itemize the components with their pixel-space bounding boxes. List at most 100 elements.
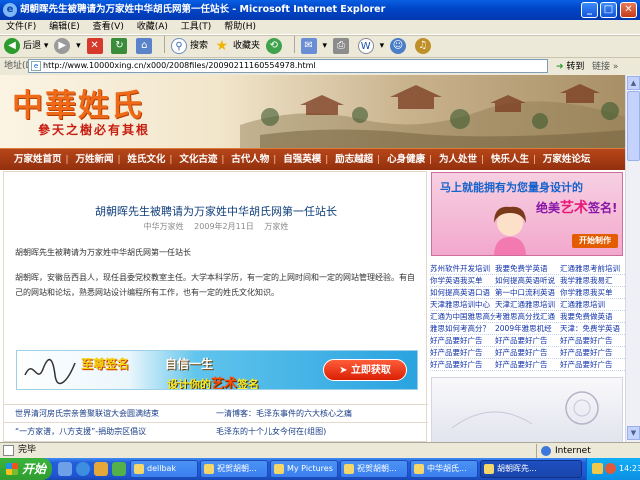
quick-launch-icon[interactable] xyxy=(112,462,126,476)
scroll-down-button[interactable]: ▼ xyxy=(627,426,640,440)
refresh-button[interactable]: ↻ xyxy=(111,36,130,57)
ad-link[interactable]: 我要免费学英语 xyxy=(495,263,560,275)
nav-health[interactable]: 心身健康 xyxy=(383,149,429,170)
menu-edit[interactable]: 编辑(E) xyxy=(49,22,80,32)
ad-link[interactable]: 你学雅思我买单 xyxy=(560,287,625,299)
taskbar-item-active[interactable]: 胡朝晖先... xyxy=(480,460,582,478)
ad-link[interactable]: 天津雅思培训中心 xyxy=(430,299,495,311)
mail-button[interactable]: ✉ ▾ xyxy=(300,36,327,57)
ad-link[interactable]: 我要免费做英语 xyxy=(560,311,625,323)
clock: 14:23 xyxy=(619,464,640,473)
quick-launch-icon[interactable] xyxy=(94,462,108,476)
nav-inspiration[interactable]: 励志越超 xyxy=(331,149,377,170)
ad-link[interactable]: 第一中口流利英语 xyxy=(495,287,560,299)
signature-design-ad[interactable]: 马上就能拥有为您量身设计的 绝美艺术签名! 开始制作 xyxy=(431,172,623,256)
get-now-button[interactable]: ➤ 立即获取 xyxy=(323,359,407,381)
messenger-button[interactable]: ☺ xyxy=(389,36,409,57)
start-design-button[interactable]: 开始制作 xyxy=(572,234,618,248)
ad-link[interactable]: 好产品要好广告 xyxy=(430,347,495,359)
article-meta: 中华万家姓 2009年2月11日 万家姓 xyxy=(4,221,428,232)
scroll-up-button[interactable]: ▲ xyxy=(627,76,640,90)
ad-link[interactable]: 雅思如何考高分？ xyxy=(430,323,495,335)
menu-file[interactable]: 文件(F) xyxy=(6,22,36,32)
links-button[interactable]: 链接 » xyxy=(592,59,618,75)
nav-heroes[interactable]: 自强英模 xyxy=(279,149,325,170)
maximize-button[interactable]: □ xyxy=(600,2,617,18)
tray-icon[interactable] xyxy=(605,463,616,474)
toolbar: ◀ 后退 ▾ ▶ ▾ ✕ ↻ ⌂ ⚲ 搜索 ★ 收藏夹 ⟲ ✉ ▾ ⎙ W ▾ … xyxy=(0,35,640,58)
related-link[interactable]: 毛泽东的十个儿女今何在(组图) xyxy=(216,423,416,440)
menu-view[interactable]: 查看(V) xyxy=(93,22,124,32)
ad-link[interactable]: 好产品要好广告 xyxy=(430,335,495,347)
nav-heritage[interactable]: 文化古迹 xyxy=(175,149,221,170)
nav-ancient-figures[interactable]: 古代人物 xyxy=(227,149,273,170)
history-button[interactable]: ⟲ xyxy=(265,36,285,57)
search-button[interactable]: ⚲ 搜索 xyxy=(171,36,208,57)
nav-forum[interactable]: 万家姓论坛 xyxy=(539,149,595,170)
ad-link[interactable]: 好产品要好广告 xyxy=(560,359,625,371)
nav-culture[interactable]: 姓氏文化 xyxy=(123,149,169,170)
home-button[interactable]: ⌂ xyxy=(136,36,155,57)
right-sidebar: 马上就能拥有为您量身设计的 绝美艺术签名! 开始制作 苏州软件开发培训 我要免费学… xyxy=(430,171,625,442)
history-icon: ⟲ xyxy=(265,37,282,54)
signature-ad-banner[interactable]: 至尊签名 自信一生 设计你的艺术签名 ➤ 立即获取 xyxy=(16,350,418,390)
address-input[interactable]: e http://www.10000xing.cn/x000/2008files… xyxy=(28,59,548,73)
ad-link[interactable]: 好产品要好广告 xyxy=(495,335,560,347)
taskbar-item[interactable]: My Pictures xyxy=(270,460,338,478)
nav-home[interactable]: 万家姓首页 xyxy=(10,149,66,170)
taskbar-item[interactable]: 祝贺胡朝... xyxy=(340,460,408,478)
media-button[interactable]: ♫ xyxy=(414,36,434,57)
ad-link[interactable]: 你学英语我买单 xyxy=(430,275,495,287)
nav-happy-life[interactable]: 快乐人生 xyxy=(487,149,533,170)
ad-link[interactable]: 汇通为中国雅思高分 xyxy=(430,311,495,323)
ad-link[interactable]: 好产品要好广告 xyxy=(495,359,560,371)
related-link[interactable]: 世界清河房氏宗亲普聚联谊大会圆满结束 xyxy=(15,405,215,422)
ad-link[interactable]: 如何提高英语听说 xyxy=(495,275,560,287)
bottom-ad-image[interactable] xyxy=(431,377,623,442)
go-button[interactable]: ➜ 转到 xyxy=(556,59,584,75)
edit-button[interactable]: W ▾ xyxy=(357,36,384,57)
taskbar-item[interactable]: 中华胡氏... xyxy=(410,460,478,478)
nav-news[interactable]: 万姓新闻 xyxy=(71,149,117,170)
ad-link[interactable]: 汇通雅思培训 xyxy=(560,299,625,311)
minimize-button[interactable]: _ xyxy=(581,2,598,18)
show-desktop-icon[interactable] xyxy=(58,462,72,476)
ad-link[interactable]: 好产品要好广告 xyxy=(560,335,625,347)
forward-button[interactable]: ▶ ▾ xyxy=(54,36,81,57)
stop-button[interactable]: ✕ xyxy=(86,36,106,57)
ad-link[interactable]: 如何提高英语口语 xyxy=(430,287,495,299)
taskbar: 开始 dellbak 祝贺胡朝... My Pictures 祝贺胡朝... 中… xyxy=(0,458,640,480)
taskbar-item[interactable]: dellbak xyxy=(130,460,198,478)
ad-link[interactable]: 苏州软件开发培训 xyxy=(430,263,495,275)
ad-link[interactable]: 我学雅思我易汇 xyxy=(560,275,625,287)
ie-launch-icon[interactable] xyxy=(76,462,90,476)
ad-link[interactable]: 好产品要好广告 xyxy=(495,347,560,359)
page-icon: e xyxy=(31,61,41,71)
close-button[interactable]: ✕ xyxy=(620,2,637,18)
site-logo[interactable]: 中華姓氏 xyxy=(12,80,144,125)
menu-favorites[interactable]: 收藏(A) xyxy=(137,22,168,32)
ad-links-row: 好产品要好广告 好产品要好广告 好产品要好广告 xyxy=(430,359,625,371)
related-link[interactable]: “一方家谱，八方支援”-捐助宗区倡议 xyxy=(15,423,215,440)
ad-link[interactable]: 考雅思高分找汇通 xyxy=(495,311,560,323)
ad-link[interactable]: 天津汇通雅思培训 xyxy=(495,299,560,311)
nav-conduct[interactable]: 为人处世 xyxy=(435,149,481,170)
favorites-button[interactable]: ★ 收藏夹 xyxy=(214,36,260,57)
ad-link[interactable]: 2009年雅思机经 xyxy=(495,323,560,335)
back-button[interactable]: ◀ 后退 ▾ xyxy=(4,36,48,57)
ad-link[interactable]: 汇通雅思考前培训 xyxy=(560,263,625,275)
scroll-thumb[interactable] xyxy=(627,91,640,161)
tray-icon[interactable] xyxy=(592,463,603,474)
related-link[interactable]: 一清博客：毛泽东事件的六大核心之痛 xyxy=(216,405,416,422)
taskbar-item[interactable]: 祝贺胡朝... xyxy=(200,460,268,478)
menu-help[interactable]: 帮助(H) xyxy=(224,22,256,32)
article-title: 胡朝晖先生被聘请为万家姓中华胡氏网第一任站长 xyxy=(95,205,337,218)
article-source: 中华万家姓 xyxy=(143,222,184,231)
ad-link[interactable]: 天津：免费学英语 xyxy=(560,323,625,335)
print-button[interactable]: ⎙ xyxy=(332,36,352,57)
ad-link[interactable]: 好产品要好广告 xyxy=(560,347,625,359)
ad-link[interactable]: 好产品要好广告 xyxy=(430,359,495,371)
start-button[interactable]: 开始 xyxy=(0,458,52,480)
menu-tools[interactable]: 工具(T) xyxy=(181,22,212,32)
vertical-scrollbar[interactable]: ▲ ▼ xyxy=(625,75,640,442)
